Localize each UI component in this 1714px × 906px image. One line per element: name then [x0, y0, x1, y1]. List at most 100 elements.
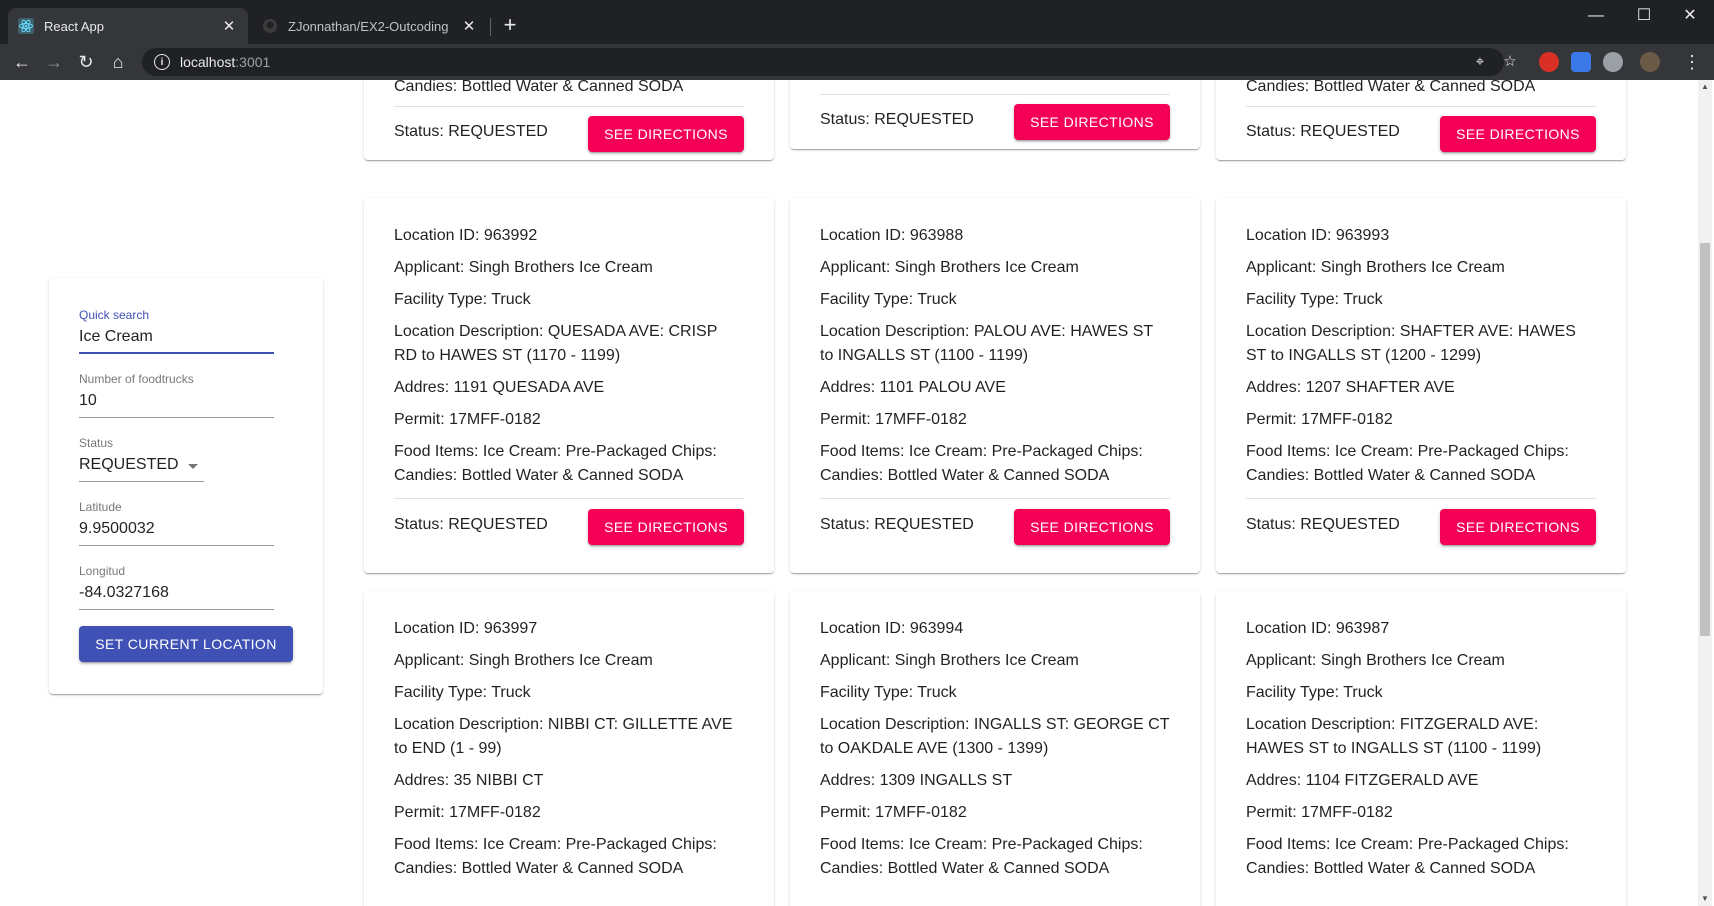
num-foodtrucks-field[interactable]: Number of foodtrucks 10 [79, 372, 274, 418]
home-icon[interactable]: ⌂ [106, 50, 130, 74]
card-facility-type: Facility Type: Truck [394, 291, 531, 308]
card-location-description: Location Description: INGALLS ST: GEORGE… [820, 716, 1170, 757]
card-applicant: Applicant: Singh Brothers Ice Cream [394, 259, 653, 276]
info-icon[interactable]: i [154, 54, 170, 70]
quick-search-input[interactable]: Ice Cream [79, 322, 274, 354]
card-applicant: Applicant: Singh Brothers Ice Cream [820, 259, 1079, 276]
card-location-description: Location Description: NIBBI CT: GILLETTE… [394, 716, 733, 757]
see-directions-button[interactable]: SEE DIRECTIONS [588, 116, 744, 152]
address-bar[interactable]: i localhost:3001 ⌖ ☆ [142, 48, 1517, 76]
see-directions-button[interactable]: SEE DIRECTIONS [1014, 509, 1170, 545]
card-facility-type: Facility Type: Truck [1246, 291, 1383, 308]
reload-icon[interactable]: ↻ [74, 50, 98, 74]
card-location-description: Location Description: PALOU AVE: HAWES S… [820, 323, 1153, 364]
see-directions-button[interactable]: SEE DIRECTIONS [588, 509, 744, 545]
card-facility-type: Facility Type: Truck [820, 684, 957, 701]
see-directions-button[interactable]: SEE DIRECTIONS [1440, 116, 1596, 152]
new-tab-icon[interactable]: + [498, 13, 522, 37]
card-facility-type: Facility Type: Truck [394, 684, 531, 701]
latitude-label: Latitude [79, 500, 122, 514]
card-facility-type: Facility Type: Truck [1246, 684, 1383, 701]
see-directions-button[interactable]: SEE DIRECTIONS [1014, 104, 1170, 140]
card-divider [1246, 498, 1596, 499]
profile-avatar[interactable] [1640, 52, 1660, 72]
forward-icon[interactable]: → [42, 50, 66, 74]
card-food-items: Food Items: Ice Cream: Pre-Packaged Chip… [820, 443, 1143, 484]
card-applicant: Applicant: Singh Brothers Ice Cream [1246, 259, 1505, 276]
tab-github[interactable]: ZJonnathan/EX2-Outcoding ✕ [252, 8, 488, 44]
card-divider [394, 498, 744, 499]
card-food-items: Candies: Bottled Water & Canned SODA [1246, 80, 1536, 95]
tab-separator [490, 18, 491, 36]
download-extension-icon[interactable] [1571, 52, 1591, 72]
react-logo-icon [18, 18, 34, 34]
url-host: localhost [180, 54, 236, 70]
close-tab-icon[interactable]: ✕ [220, 17, 238, 35]
card-address: Addres: 1101 PALOU AVE [820, 379, 1006, 396]
card-address: Addres: 1191 QUESADA AVE [394, 379, 605, 396]
foodtruck-card: Location ID: 963992 Applicant: Singh Bro… [364, 198, 774, 573]
foodtruck-card: Location ID: 963988 Applicant: Singh Bro… [790, 198, 1200, 573]
card-location-description: Location Description: QUESADA AVE: CRISP… [394, 323, 718, 364]
card-status: Status: REQUESTED [394, 516, 548, 533]
status-selected-value: REQUESTED [79, 456, 179, 473]
foodtruck-card: Location ID: 963987 Applicant: Singh Bro… [1216, 591, 1626, 906]
extension-circle-icon[interactable] [1603, 52, 1623, 72]
card-applicant: Applicant: Singh Brothers Ice Cream [394, 652, 653, 669]
card-permit: Permit: 17MFF-0182 [394, 411, 541, 428]
quick-search-field[interactable]: Quick search Ice Cream [79, 308, 274, 354]
card-address: Addres: 1104 FITZGERALD AVE [1246, 772, 1479, 789]
card-food-items: Candies: Bottled Water & Canned SODA [394, 80, 684, 95]
card-status: Status: REQUESTED [820, 516, 974, 533]
location-target-icon[interactable]: ⌖ [1470, 52, 1490, 72]
card-food-items: Food Items: Ice Cream: Pre-Packaged Chip… [1246, 836, 1569, 877]
scroll-up-arrow-icon[interactable]: ▲ [1698, 80, 1712, 94]
card-status: Status: REQUESTED [1246, 123, 1400, 140]
card-location-description: Location Description: FITZGERALD AVE: HA… [1246, 716, 1542, 757]
card-food-items: Food Items: Ice Cream: Pre-Packaged Chip… [820, 836, 1143, 877]
back-icon[interactable]: ← [10, 50, 34, 74]
extension-shield-icon[interactable] [1539, 52, 1559, 72]
card-permit: Permit: 17MFF-0182 [820, 411, 967, 428]
tab-react-app[interactable]: React App ✕ [8, 8, 248, 44]
status-field[interactable]: Status REQUESTED [79, 436, 274, 482]
quick-search-label: Quick search [79, 308, 150, 322]
close-tab-icon[interactable]: ✕ [460, 17, 478, 35]
card-applicant: Applicant: Singh Brothers Ice Cream [820, 652, 1079, 669]
card-permit: Permit: 17MFF-0182 [820, 804, 967, 821]
page-content: Quick search Ice Cream Number of foodtru… [0, 80, 1714, 906]
page-scrollbar[interactable]: ▲ ▼ [1698, 80, 1712, 906]
card-location-id: Location ID: 963992 [394, 227, 538, 244]
minimize-icon[interactable]: — [1574, 4, 1618, 28]
dropdown-caret-icon [188, 464, 198, 469]
card-location-id: Location ID: 963997 [394, 620, 538, 637]
scroll-down-arrow-icon[interactable]: ▼ [1698, 892, 1712, 906]
num-foodtrucks-input[interactable]: 10 [79, 386, 274, 418]
menu-dots-icon[interactable]: ⋮ [1680, 50, 1704, 74]
card-divider [1246, 106, 1596, 107]
search-panel: Quick search Ice Cream Number of foodtru… [49, 278, 323, 694]
scrollbar-thumb[interactable] [1700, 243, 1710, 636]
card-permit: Permit: 17MFF-0182 [394, 804, 541, 821]
card-applicant: Applicant: Singh Brothers Ice Cream [1246, 652, 1505, 669]
latitude-input[interactable]: 9.9500032 [79, 514, 274, 546]
foodtruck-card: Candies: Bottled Water & Canned SODA Sta… [364, 80, 774, 160]
longitude-field[interactable]: Longitud -84.0327168 [79, 564, 274, 610]
card-divider [820, 498, 1170, 499]
card-divider [820, 94, 1170, 95]
close-window-icon[interactable]: ✕ [1668, 4, 1712, 28]
num-foodtrucks-label: Number of foodtrucks [79, 372, 194, 386]
foodtruck-card: Candies: Bottled Water & Canned SODA Sta… [1216, 80, 1626, 160]
status-select[interactable]: REQUESTED [79, 450, 204, 482]
maximize-icon[interactable]: ☐ [1622, 4, 1666, 28]
latitude-field[interactable]: Latitude 9.9500032 [79, 500, 274, 546]
set-current-location-button[interactable]: SET CURRENT LOCATION [79, 626, 293, 662]
browser-toolbar: ← → ↻ ⌂ i localhost:3001 ⌖ ☆ ⋮ [0, 44, 1714, 80]
tab-title: React App [44, 18, 104, 34]
bookmark-star-icon[interactable]: ☆ [1500, 52, 1520, 72]
card-location-description: Location Description: SHAFTER AVE: HAWES… [1246, 323, 1576, 364]
github-icon [263, 19, 277, 33]
card-permit: Permit: 17MFF-0182 [1246, 804, 1393, 821]
longitude-input[interactable]: -84.0327168 [79, 578, 274, 610]
see-directions-button[interactable]: SEE DIRECTIONS [1440, 509, 1596, 545]
